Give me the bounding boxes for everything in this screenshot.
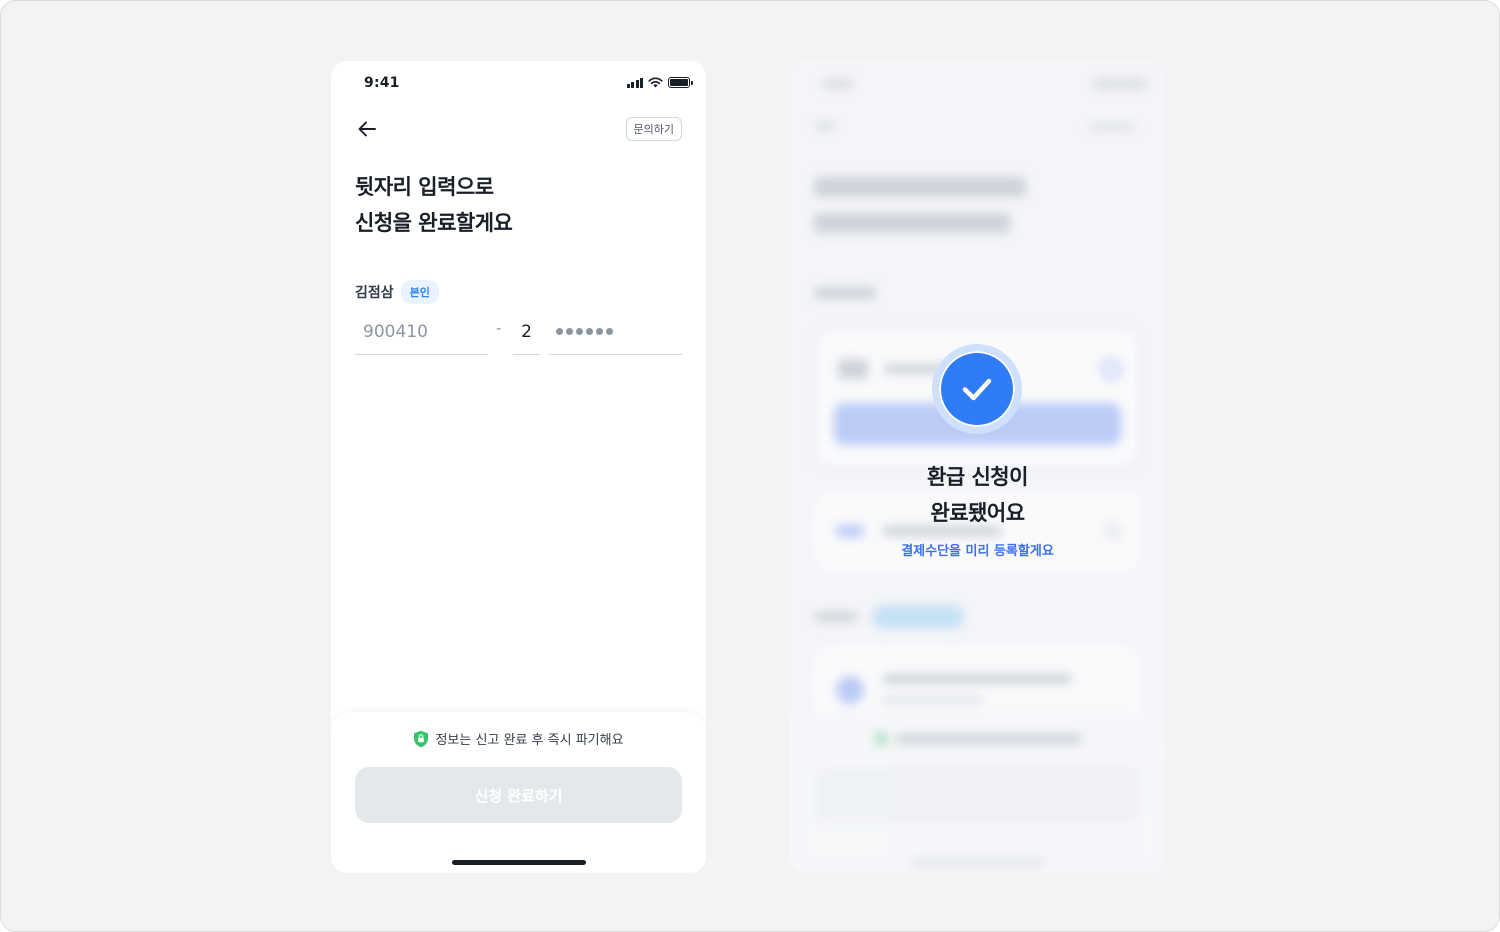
back-button[interactable]	[353, 115, 381, 143]
privacy-notice-text: 정보는 신고 완료 후 즉시 파기해요	[435, 733, 624, 748]
status-bar: 9:41	[331, 61, 706, 105]
phone-screen-input: 9:41 문의하기 뒷자리 입력으로 신청을 완료할게요 김점삼 본인 9004…	[331, 61, 706, 873]
submit-button[interactable]: 신청 완료하기	[355, 767, 682, 823]
page-title: 뒷자리 입력으로 신청을 완료할게요	[355, 169, 513, 241]
masked-id-field[interactable]	[549, 309, 682, 355]
mask-dot	[586, 328, 593, 335]
success-check-badge	[932, 344, 1022, 434]
mask-dot	[556, 328, 563, 335]
status-time: 9:41	[364, 75, 400, 91]
arrow-left-icon	[358, 121, 376, 137]
page-title-line1: 뒷자리 입력으로	[355, 175, 494, 199]
mask-dot	[576, 328, 583, 335]
mask-dot	[596, 328, 603, 335]
inquiry-button[interactable]: 문의하기	[625, 117, 682, 141]
check-icon	[962, 378, 992, 401]
success-check-circle	[939, 351, 1015, 427]
bottom-action-sheet: 정보는 신고 완료 후 즉시 파기해요 신청 완료하기	[331, 712, 706, 873]
name-row: 김점삼 본인	[355, 280, 439, 304]
mask-dot	[606, 328, 613, 335]
battery-icon	[668, 77, 693, 88]
birth-date-field[interactable]: 900410	[355, 309, 488, 355]
phone-screen-success: 환급 신청이 완료됐어요 결제수단을 미리 등록할게요	[790, 61, 1165, 873]
success-overlay: 환급 신청이 완료됐어요 결제수단을 미리 등록할게요	[790, 61, 1165, 873]
self-badge: 본인	[400, 280, 439, 304]
privacy-notice: 정보는 신고 완료 후 즉시 파기해요	[331, 729, 706, 748]
register-payment-link[interactable]: 결제수단을 미리 등록할게요	[790, 540, 1165, 559]
gender-digit-field[interactable]: 2	[513, 309, 540, 355]
mask-dot	[566, 328, 573, 335]
signal-icon	[626, 77, 643, 88]
success-title-line2: 완료됐어요	[930, 501, 1025, 525]
success-title-line1: 환급 신청이	[927, 465, 1028, 489]
user-name: 김점삼	[355, 285, 394, 301]
success-title: 환급 신청이 완료됐어요	[790, 459, 1165, 531]
home-indicator	[452, 860, 586, 865]
wifi-icon	[648, 77, 663, 88]
status-icons	[626, 77, 693, 88]
shield-lock-icon	[414, 730, 429, 747]
id-separator: -	[496, 319, 502, 337]
page-title-line2: 신청을 완료할게요	[355, 211, 513, 235]
canvas-frame: 9:41 문의하기 뒷자리 입력으로 신청을 완료할게요 김점삼 본인 9004…	[0, 0, 1500, 932]
